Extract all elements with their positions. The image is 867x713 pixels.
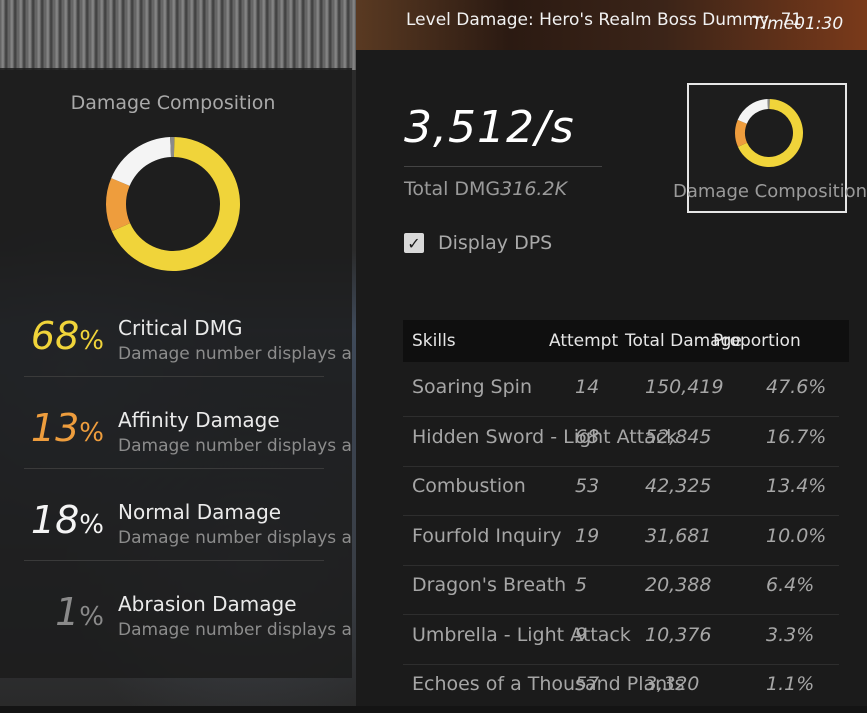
- composition-percent: 1%: [14, 590, 104, 634]
- skill-attempt: 9: [575, 624, 588, 646]
- skill-attempt: 53: [575, 475, 600, 497]
- composition-divider: [24, 468, 324, 469]
- display-dps-label: Display DPS: [438, 232, 553, 254]
- skill-proportion: 1.1%: [766, 673, 815, 695]
- skill-total-damage: 150,419: [645, 376, 724, 398]
- skill-name: Dragon's Breath: [412, 574, 567, 596]
- table-row: Fourfold Inquiry 19 31,681 10.0%: [403, 515, 839, 565]
- skill-name: Umbrella - Light Attack: [412, 624, 631, 646]
- header-proportion: Proportion: [713, 331, 801, 351]
- composition-percent-unit: %: [79, 510, 104, 540]
- composition-percent-unit: %: [79, 602, 104, 632]
- level-title: Level Damage: Hero's Realm Boss Dummy 71: [406, 10, 802, 30]
- table-row: Soaring Spin 14 150,419 47.6%: [403, 366, 839, 416]
- skill-proportion: 3.3%: [766, 624, 815, 646]
- skill-name: Combustion: [412, 475, 526, 497]
- skill-proportion: 16.7%: [766, 426, 827, 448]
- composition-percent: 13%: [14, 406, 104, 450]
- level-title-text: Level Damage: Hero's Realm Boss Dummy: [406, 10, 770, 30]
- skill-proportion: 47.6%: [766, 376, 827, 398]
- composition-divider: [24, 560, 324, 561]
- composition-row: 1% Abrasion Damage Damage number displays …: [0, 570, 352, 658]
- composition-description: Damage number displays a: [118, 344, 352, 364]
- composition-description: Damage number displays a: [118, 528, 352, 548]
- composition-percent-unit: %: [79, 326, 104, 356]
- composition-percent-value: 18: [30, 498, 80, 542]
- header-skills: Skills: [412, 331, 456, 351]
- composition-donut-slice: [111, 137, 171, 186]
- skill-attempt: 5: [575, 574, 588, 596]
- timer-label: Time: [752, 14, 795, 34]
- skill-attempt: 14: [575, 376, 600, 398]
- skill-proportion: 6.4%: [766, 574, 815, 596]
- composition-row: 13% Affinity Damage Damage number displays…: [0, 386, 352, 474]
- mini-donut-icon: [735, 99, 803, 167]
- dps-underline: [404, 166, 602, 167]
- table-row: Umbrella - Light Attack 9 10,376 3.3%: [403, 614, 839, 664]
- damage-composition-button-label: Damage Composition: [673, 181, 867, 202]
- skill-attempt: 68: [575, 426, 600, 448]
- composition-title: Damage Composition: [70, 92, 276, 114]
- composition-name: Abrasion Damage: [118, 592, 297, 616]
- composition-divider: [24, 376, 324, 377]
- composition-name: Affinity Damage: [118, 408, 280, 432]
- total-damage: Total DMG316.2K: [404, 178, 567, 200]
- skill-total-damage: 20,388: [645, 574, 712, 596]
- composition-row: 18% Normal Damage Damage number displays a: [0, 478, 352, 566]
- mini-donut-slice: [737, 99, 768, 124]
- damage-composition-button[interactable]: Damage Composition: [673, 83, 867, 213]
- timer: Time01:30: [752, 14, 843, 34]
- skill-proportion: 13.4%: [766, 475, 827, 497]
- composition-name: Normal Damage: [118, 500, 282, 524]
- skill-name: Soaring Spin: [412, 376, 533, 398]
- skill-total-damage: 42,325: [645, 475, 712, 497]
- check-icon: ✓: [407, 233, 421, 253]
- skill-attempt: 57: [575, 673, 600, 695]
- total-damage-label: Total DMG: [404, 178, 501, 200]
- table-row: Combustion 53 42,325 13.4%: [403, 465, 839, 515]
- table-row: Hidden Sword - Light Attack 68 52,845 16.7%: [403, 416, 839, 466]
- table-row: Dragon's Breath 5 20,388 6.4%: [403, 564, 839, 614]
- skill-name: Hidden Sword - Light Attack: [412, 426, 678, 448]
- composition-percent-unit: %: [79, 418, 104, 448]
- composition-percent-value: 1: [55, 590, 80, 634]
- composition-percent-value: 68: [30, 314, 80, 358]
- skill-total-damage: 52,845: [645, 426, 712, 448]
- composition-percent: 18%: [14, 498, 104, 542]
- composition-name: Critical DMG: [118, 316, 243, 340]
- skills-table-header: Skills Attempt Total Damage Proportion: [403, 320, 849, 362]
- dps-value: 3,512/s: [404, 102, 575, 153]
- display-dps-toggle[interactable]: ✓ Display DPS: [404, 232, 552, 254]
- skill-total-damage: 31,681: [645, 525, 712, 547]
- composition-donut: [106, 137, 241, 271]
- composition-percent-value: 13: [30, 406, 80, 450]
- composition-description: Damage number displays a: [118, 620, 352, 640]
- skill-name: Echoes of a Thousand Plants: [412, 673, 685, 695]
- skill-name: Fourfold Inquiry: [412, 525, 562, 547]
- composition-row: 68% Critical DMG Damage number displays a: [0, 294, 352, 382]
- composition-donut-slice: [106, 178, 131, 232]
- skill-attempt: 19: [575, 525, 600, 547]
- header-attempt: Attempt: [549, 331, 619, 351]
- skill-total-damage: 3,320: [645, 673, 700, 695]
- composition-description: Damage number displays a: [118, 436, 352, 456]
- total-damage-value: 316.2K: [500, 178, 568, 200]
- skill-proportion: 10.0%: [766, 525, 827, 547]
- mini-donut-slice: [735, 119, 748, 147]
- display-dps-checkbox[interactable]: ✓: [404, 233, 424, 253]
- timer-value: 01:30: [794, 14, 844, 34]
- composition-percent: 68%: [14, 314, 104, 358]
- skill-total-damage: 10,376: [645, 624, 712, 646]
